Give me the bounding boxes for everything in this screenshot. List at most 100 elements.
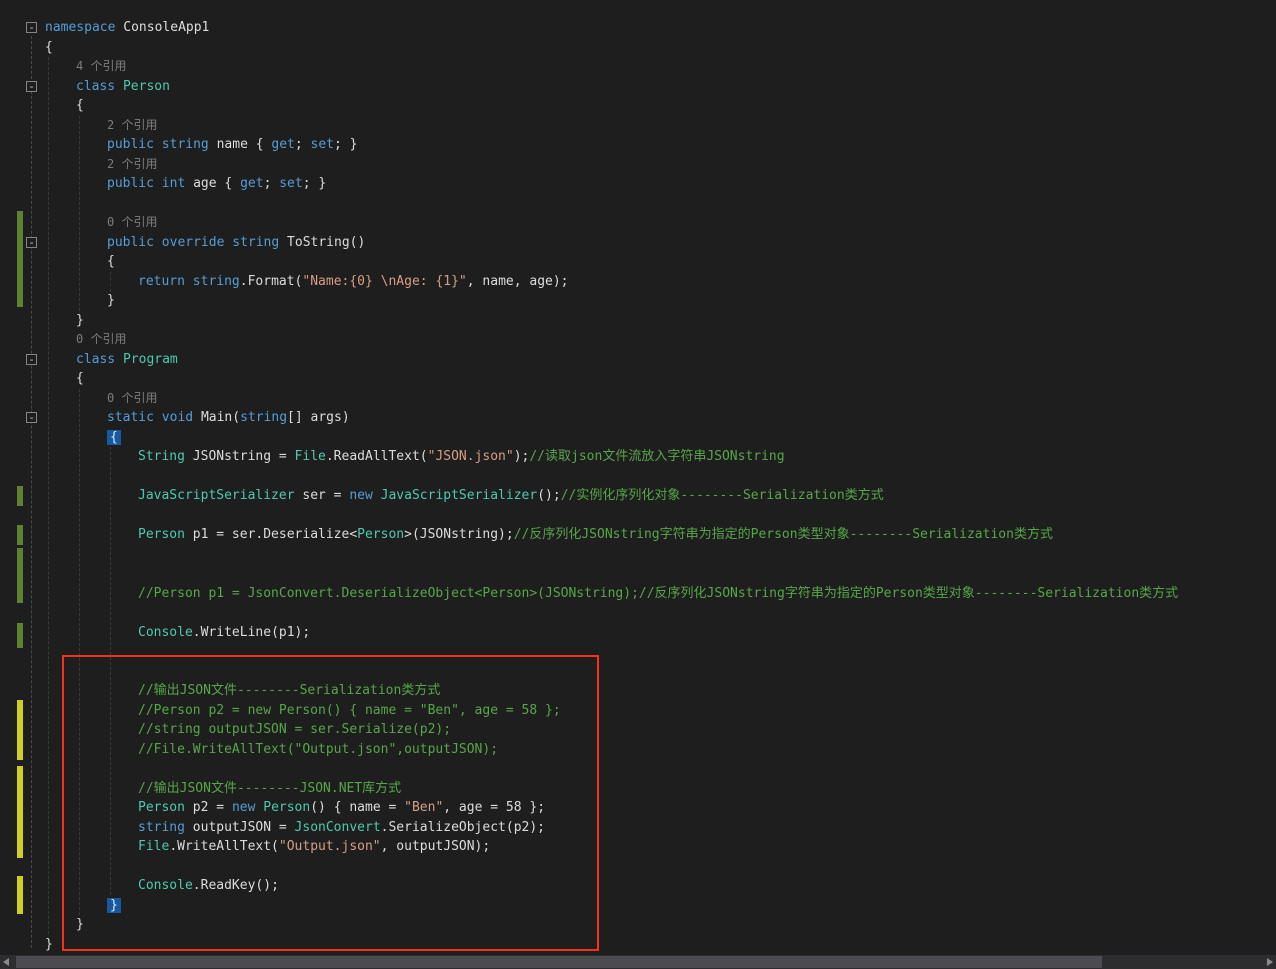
scroll-right-arrow-icon[interactable] (1267, 958, 1273, 966)
code-line[interactable]: class Program (0, 350, 1276, 370)
code-token: ; } (302, 176, 327, 191)
code-line[interactable]: Console.WriteLine(p1); (0, 623, 1276, 643)
code-line[interactable] (0, 506, 1276, 526)
code-token: .ReadAllText( (325, 449, 428, 464)
code-line[interactable]: public int age { get; set; } (0, 174, 1276, 194)
scrollbar-thumb[interactable] (16, 956, 1102, 968)
code-line[interactable]: { (0, 369, 1276, 389)
code-token: //读取json文件流放入字符串JSONstring (529, 449, 785, 464)
code-token: get (271, 137, 295, 152)
code-token: String (138, 449, 185, 464)
code-line[interactable]: public override string ToString() (0, 233, 1276, 253)
code-token: File (294, 449, 326, 464)
code-token: ; (263, 176, 280, 191)
code-line[interactable]: public string name { get; set; } (0, 135, 1276, 155)
code-token: Console (138, 624, 193, 640)
codelens-line[interactable]: 0 个引用 (0, 389, 1276, 409)
code-token: class (76, 351, 123, 367)
code-token: } (107, 293, 115, 308)
code-token: "JSON.json" (427, 449, 514, 464)
code-token: JavaScriptSerializer (138, 488, 295, 503)
code-token: static (107, 410, 162, 425)
fold-marker-icon[interactable]: - (26, 412, 37, 423)
code-line[interactable]: { (0, 252, 1276, 272)
code-token: (); (537, 488, 561, 503)
code-token: ser = (294, 488, 350, 503)
code-token: .Format( (239, 273, 303, 289)
change-indicator-bar (17, 486, 23, 506)
code-line[interactable]: { (0, 428, 1276, 448)
code-line[interactable] (0, 194, 1276, 214)
change-indicator-bar (17, 876, 23, 914)
code-token: { (45, 39, 53, 55)
code-token: age { (193, 176, 241, 191)
code-token: ; (294, 137, 311, 152)
code-token: public (107, 234, 162, 250)
code-token: set (279, 176, 303, 191)
code-line[interactable]: class Person (0, 77, 1276, 97)
code-token: { (76, 98, 84, 113)
change-indicator-bar (17, 623, 23, 648)
code-token: } (45, 936, 53, 952)
code-token: JavaScriptSerializer (380, 488, 538, 503)
fold-marker-icon[interactable]: - (26, 22, 37, 33)
code-line[interactable] (0, 564, 1276, 584)
code-token: class (76, 78, 123, 94)
code-token: JSONstring = (184, 449, 295, 464)
code-line[interactable]: { (0, 38, 1276, 58)
change-indicator-bar (17, 700, 23, 760)
code-token: //Person p1 = JsonConvert.DeserializeObj… (138, 585, 1179, 601)
code-token: Program (122, 351, 178, 367)
code-token: Main( (200, 410, 241, 425)
code-line[interactable]: static void Main(string[] args) (0, 408, 1276, 428)
code-token: get (240, 176, 264, 191)
code-line[interactable]: { (0, 96, 1276, 116)
code-line[interactable] (0, 467, 1276, 487)
code-token: override (161, 234, 233, 250)
code-line[interactable]: return string.Format("Name:{0} \nAge: {1… (0, 272, 1276, 292)
code-token: { (107, 429, 121, 445)
code-token: string (232, 234, 288, 250)
code-token: public (107, 137, 162, 152)
fold-marker-icon[interactable]: - (26, 236, 37, 248)
code-editor[interactable]: ----- namespace ConsoleApp1{4 个引用 class P… (0, 0, 1276, 969)
code-line[interactable]: namespace ConsoleApp1 (0, 18, 1276, 38)
code-token: Person (357, 527, 405, 542)
fold-marker-icon[interactable]: - (26, 80, 37, 92)
code-token: ; } (334, 137, 358, 152)
code-token: namespace (45, 20, 124, 35)
code-line[interactable] (0, 545, 1276, 565)
code-line[interactable]: Person p1 = ser.Deserialize<Person>(JSON… (0, 525, 1276, 545)
code-token: string (192, 273, 240, 289)
code-token: //实例化序列化对象--------Serialization类方式 (560, 488, 884, 503)
change-indicator-bar (17, 525, 23, 545)
code-line[interactable]: String JSONstring = File.ReadAllText("JS… (0, 447, 1276, 467)
code-line[interactable]: //Person p1 = JsonConvert.DeserializeObj… (0, 584, 1276, 604)
code-token: Person (122, 78, 170, 94)
code-token: { (107, 254, 115, 269)
code-line[interactable]: } (0, 311, 1276, 331)
change-indicator-bar (17, 548, 23, 603)
code-token: //反序列化JSONstring字符串为指定的Person类型对象-------… (513, 527, 1053, 542)
code-line[interactable]: JavaScriptSerializer ser = new JavaScrip… (0, 486, 1276, 506)
code-token: .WriteLine(p1); (192, 624, 311, 640)
code-token: public (107, 176, 162, 191)
fold-marker-icon[interactable]: - (26, 353, 37, 365)
annotation-rectangle (62, 655, 599, 951)
codelens-line[interactable]: 0 个引用 (0, 330, 1276, 350)
codelens-line[interactable]: 0 个引用 (0, 213, 1276, 233)
scroll-left-arrow-icon[interactable] (3, 958, 9, 966)
code-token: void (161, 410, 201, 425)
code-token: set (310, 137, 335, 152)
codelens-line[interactable]: 4 个引用 (0, 57, 1276, 77)
codelens-line[interactable]: 2 个引用 (0, 116, 1276, 136)
code-line[interactable] (0, 603, 1276, 623)
change-indicator-bar (17, 766, 23, 858)
horizontal-scrollbar[interactable] (0, 955, 1276, 969)
codelens-line[interactable]: 2 个引用 (0, 155, 1276, 175)
code-token: ConsoleApp1 (123, 20, 210, 35)
code-line[interactable]: } (0, 291, 1276, 311)
code-token: >(JSONstring); (404, 527, 514, 542)
code-token: ); (513, 449, 530, 464)
code-token: return (138, 273, 193, 289)
